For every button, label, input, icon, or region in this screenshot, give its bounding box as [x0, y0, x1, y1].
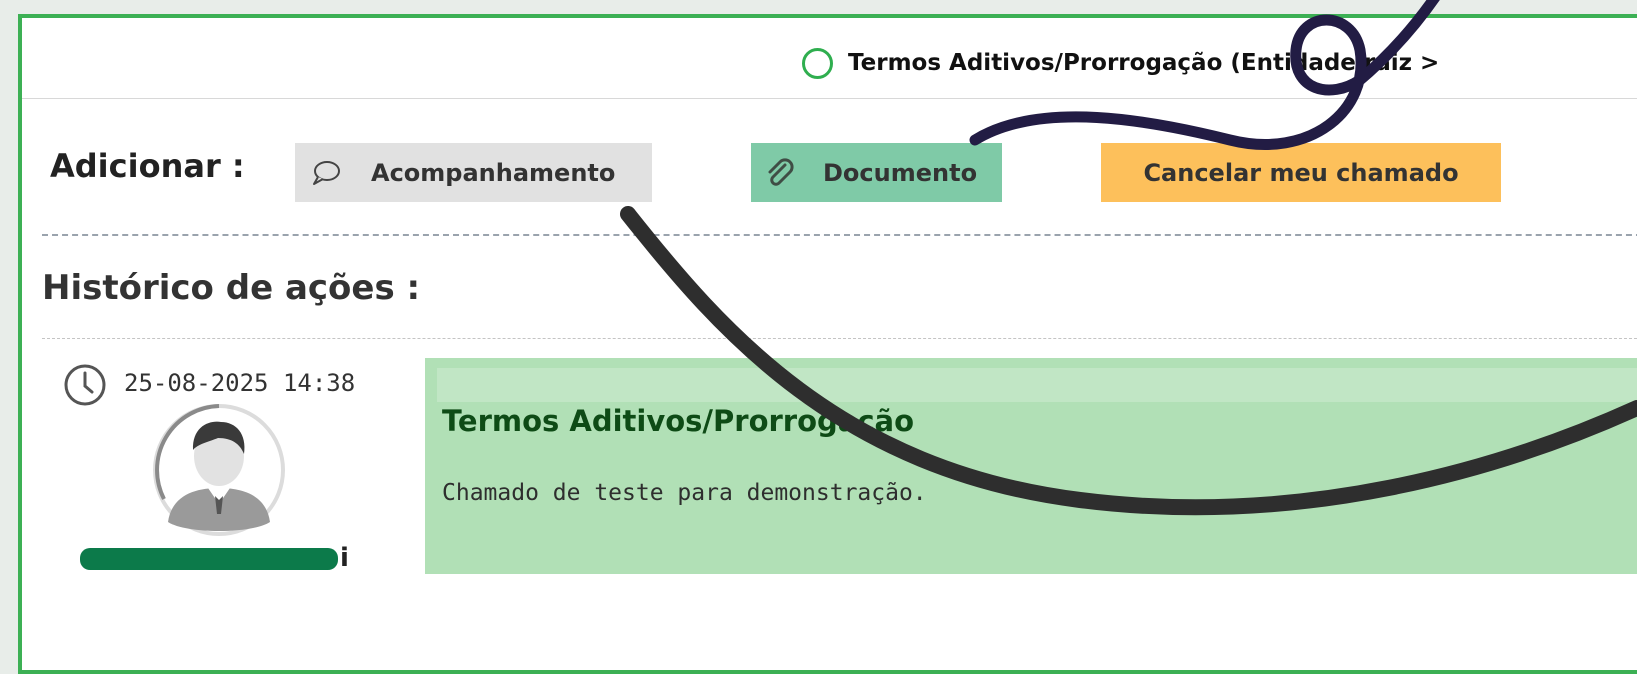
- followup-content: Chamado de teste para demonstração.: [442, 480, 927, 506]
- status-circle-icon: [802, 48, 833, 79]
- clock-icon: [62, 362, 108, 408]
- ticket-title: Termos Aditivos/Prorrogação (Entidade ra…: [848, 50, 1440, 76]
- ticket-frame: Termos Aditivos/Prorrogação (Entidade ra…: [18, 14, 1637, 674]
- history-label: Histórico de ações :: [42, 268, 421, 308]
- user-avatar-icon: [152, 404, 292, 536]
- followup-card: Termos Aditivos/Prorrogação Chamado de t…: [425, 358, 1637, 574]
- cancel-ticket-button[interactable]: Cancelar meu chamado: [1101, 143, 1501, 202]
- document-button-label: Documento: [823, 158, 978, 187]
- cancel-button-label: Cancelar meu chamado: [1143, 158, 1459, 187]
- add-label: Adicionar :: [50, 147, 245, 185]
- section-divider: [42, 234, 1637, 236]
- followup-card-header: [437, 368, 1637, 402]
- history-divider: [42, 338, 1637, 339]
- add-document-button[interactable]: Documento: [751, 143, 1002, 202]
- add-followup-button[interactable]: Acompanhamento: [295, 143, 652, 202]
- speech-bubble-icon: [309, 158, 343, 188]
- paperclip-icon: [763, 157, 797, 188]
- author-name-suffix: i: [340, 543, 349, 573]
- followup-button-label: Acompanhamento: [371, 158, 616, 187]
- followup-title: Termos Aditivos/Prorrogação: [442, 404, 915, 438]
- author-name-redacted: [80, 548, 338, 570]
- ticket-header: Termos Aditivos/Prorrogação (Entidade ra…: [22, 18, 1637, 99]
- entry-timestamp: 25-08-2025 14:38: [124, 369, 356, 397]
